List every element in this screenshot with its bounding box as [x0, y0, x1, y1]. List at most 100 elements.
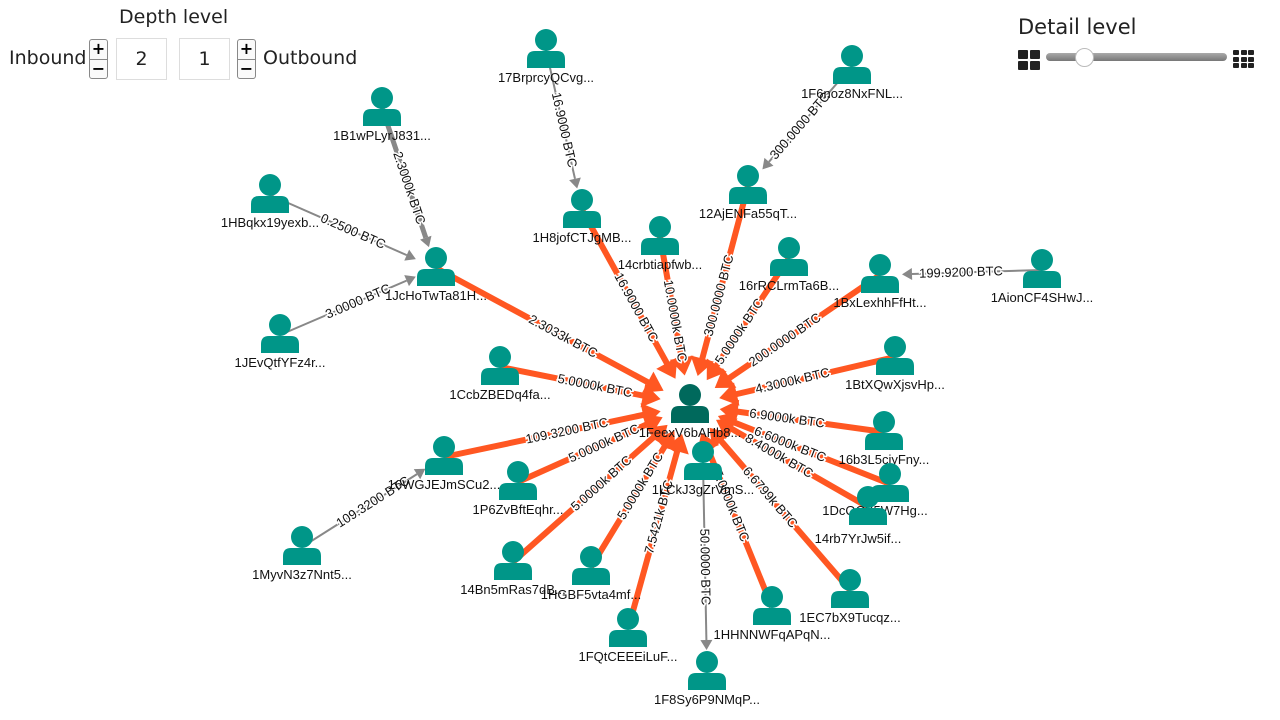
- node-address-label: 1HHNNWFqAPqN...: [713, 627, 830, 642]
- grid-large-icon[interactable]: [1018, 50, 1040, 70]
- node-address-label: 1BtXQwXjsvHp...: [845, 377, 945, 392]
- inbound-depth-input[interactable]: 2: [116, 38, 167, 80]
- edge-amount-label: 200.0000 BTC: [746, 310, 824, 370]
- inbound-label: Inbound: [9, 47, 87, 69]
- edge-amount-label: 6.6799k BTC: [740, 464, 801, 531]
- outbound-stepper[interactable]: + −: [237, 39, 256, 79]
- edge-amount-label: 5.0000k BTC: [556, 371, 633, 401]
- edge-amount-label: 2.3033k BTC: [526, 311, 600, 360]
- user-icon: [876, 336, 914, 375]
- user-icon: [363, 87, 401, 126]
- nodes: 1FeexV6bAHb8... 17BrprcyQCvg... 1H8jofCTJg…: [221, 29, 1093, 707]
- edge-amount-label: 300.0000 BTC: [701, 253, 737, 338]
- inbound-decrement-button[interactable]: −: [90, 60, 107, 79]
- address-node[interactable]: 17BrprcyQCvg...: [498, 29, 594, 85]
- detail-level-slider-handle[interactable]: [1075, 48, 1094, 67]
- node-address-label: 1H8jofCTJgMB...: [533, 230, 632, 245]
- address-node[interactable]: 14Bn5mRas7dB...: [460, 541, 566, 597]
- user-icon: [499, 461, 537, 500]
- address-node[interactable]: 1H8jofCTJgMB...: [533, 189, 632, 245]
- node-address-label: 12AjENFa55qT...: [699, 206, 797, 221]
- node-address-label: 1MyvN3z7Nnt5...: [252, 567, 352, 582]
- user-icon: [261, 314, 299, 353]
- node-address-label: 1LCkJ3gZrVmS...: [652, 482, 755, 497]
- user-icon: [481, 346, 519, 385]
- edge-amount-label: 2.3000k BTC: [390, 149, 428, 226]
- user-icon: [1023, 249, 1061, 288]
- inbound-stepper[interactable]: + −: [89, 39, 108, 79]
- detail-level-title: Detail level: [1018, 15, 1137, 39]
- edge-arrow-icon: [700, 639, 713, 651]
- node-address-label: 1HBqkx19yexb...: [221, 215, 319, 230]
- address-node[interactable]: 16rRCLrmTa6B...: [739, 237, 839, 293]
- address-node[interactable]: 1B1wPLyrJ831...: [333, 87, 431, 143]
- node-address-label: 1F6noz8NxFNL...: [801, 86, 903, 101]
- user-icon: [572, 546, 610, 585]
- user-icon: [283, 526, 321, 565]
- transaction-graph[interactable]: 16.9000 BTC 16.9000 BTC 2.3000k BTC0.2500 …: [0, 0, 1280, 720]
- node-address-label: 14Bn5mRas7dB...: [460, 582, 566, 597]
- user-icon: [671, 384, 709, 423]
- edge-amount-label: 199.9200 BTC: [919, 263, 1003, 281]
- address-node[interactable]: 1HBqkx19yexb...: [221, 174, 319, 230]
- user-icon: [563, 189, 601, 228]
- node-address-label: 1BxLexhhFfHt...: [833, 295, 926, 310]
- node-address-label: 1JcHoTwTa81H...: [385, 288, 487, 303]
- address-node[interactable]: 1JcHoTwTa81H...: [385, 247, 487, 303]
- outbound-label: Outbound: [263, 47, 358, 69]
- user-icon: [527, 29, 565, 68]
- address-node[interactable]: 1LCkJ3gZrVmS...: [652, 441, 755, 497]
- edge-amount-label: 10.0000k BTC: [661, 279, 690, 363]
- node-address-label: 1P6ZvBftEqhr...: [472, 502, 563, 517]
- user-icon: [861, 254, 899, 293]
- node-address-label: 17BrprcyQCvg...: [498, 70, 594, 85]
- outbound-increment-button[interactable]: +: [238, 40, 255, 60]
- edge-amount-label: 4.3000k BTC: [754, 365, 831, 397]
- user-icon: [609, 608, 647, 647]
- inbound-increment-button[interactable]: +: [90, 40, 107, 60]
- node-address-label: 1FQtCEEEiLuF...: [579, 649, 678, 664]
- node-address-label: 1JEvQtfYFz4r...: [234, 355, 325, 370]
- user-icon: [688, 651, 726, 690]
- node-address-label: 16WGJEJmSCu2...: [388, 477, 501, 492]
- edge-amount-label: 0.2500 BTC: [318, 210, 388, 252]
- user-icon: [251, 174, 289, 213]
- address-node[interactable]: 1MyvN3z7Nnt5...: [252, 526, 352, 582]
- address-node[interactable]: 12AjENFa55qT...: [699, 165, 797, 221]
- user-icon: [417, 247, 455, 286]
- grid-small-icon[interactable]: [1233, 50, 1254, 68]
- edge-amount-label: 16.9000 BTC: [611, 270, 661, 344]
- node-address-label: 1FeexV6bAHb8...: [639, 425, 742, 440]
- edge-amount-label: 16.9000 BTC: [549, 91, 580, 169]
- user-icon: [641, 216, 679, 255]
- node-address-label: 1F8Sy6P9NMqP...: [654, 692, 760, 707]
- address-node[interactable]: 16b3L5ciyFny...: [839, 411, 930, 467]
- user-icon: [684, 441, 722, 480]
- outbound-depth-input[interactable]: 1: [179, 38, 230, 80]
- edge-arrow-icon: [569, 177, 581, 189]
- node-address-label: 16rRCLrmTa6B...: [739, 278, 839, 293]
- node-address-label: 1EC7bX9Tucqz...: [799, 610, 900, 625]
- depth-level-title: Depth level: [119, 6, 229, 28]
- detail-level-slider[interactable]: [1046, 53, 1227, 61]
- user-icon: [729, 165, 767, 204]
- node-address-label: 1AionCF4SHwJ...: [991, 290, 1094, 305]
- user-icon: [833, 45, 871, 84]
- user-icon: [770, 237, 808, 276]
- user-icon: [753, 586, 791, 625]
- outbound-decrement-button[interactable]: −: [238, 60, 255, 79]
- node-address-label: 16b3L5ciyFny...: [839, 452, 930, 467]
- address-node[interactable]: 1AionCF4SHwJ...: [991, 249, 1094, 305]
- address-node[interactable]: 1F6noz8NxFNL...: [801, 45, 903, 101]
- node-address-label: 14rb7YrJw5if...: [815, 531, 902, 546]
- address-node[interactable]: 1FQtCEEEiLuF...: [579, 608, 678, 664]
- address-node[interactable]: 16WGJEJmSCu2...: [388, 436, 501, 492]
- node-address-label: 14crbtiapfwb...: [618, 257, 703, 272]
- node-address-label: 1CcbZBEDq4fa...: [449, 387, 550, 402]
- edge-amount-label: 3.0000 BTC: [323, 280, 393, 321]
- edge-amount-label: 50.0000 BTC: [697, 529, 713, 606]
- node-address-label: 1B1wPLyrJ831...: [333, 128, 431, 143]
- address-node[interactable]: 1BxLexhhFfHt...: [833, 254, 927, 310]
- address-node[interactable]: 1EC7bX9Tucqz...: [799, 569, 901, 625]
- edge-arrow-icon: [901, 268, 913, 281]
